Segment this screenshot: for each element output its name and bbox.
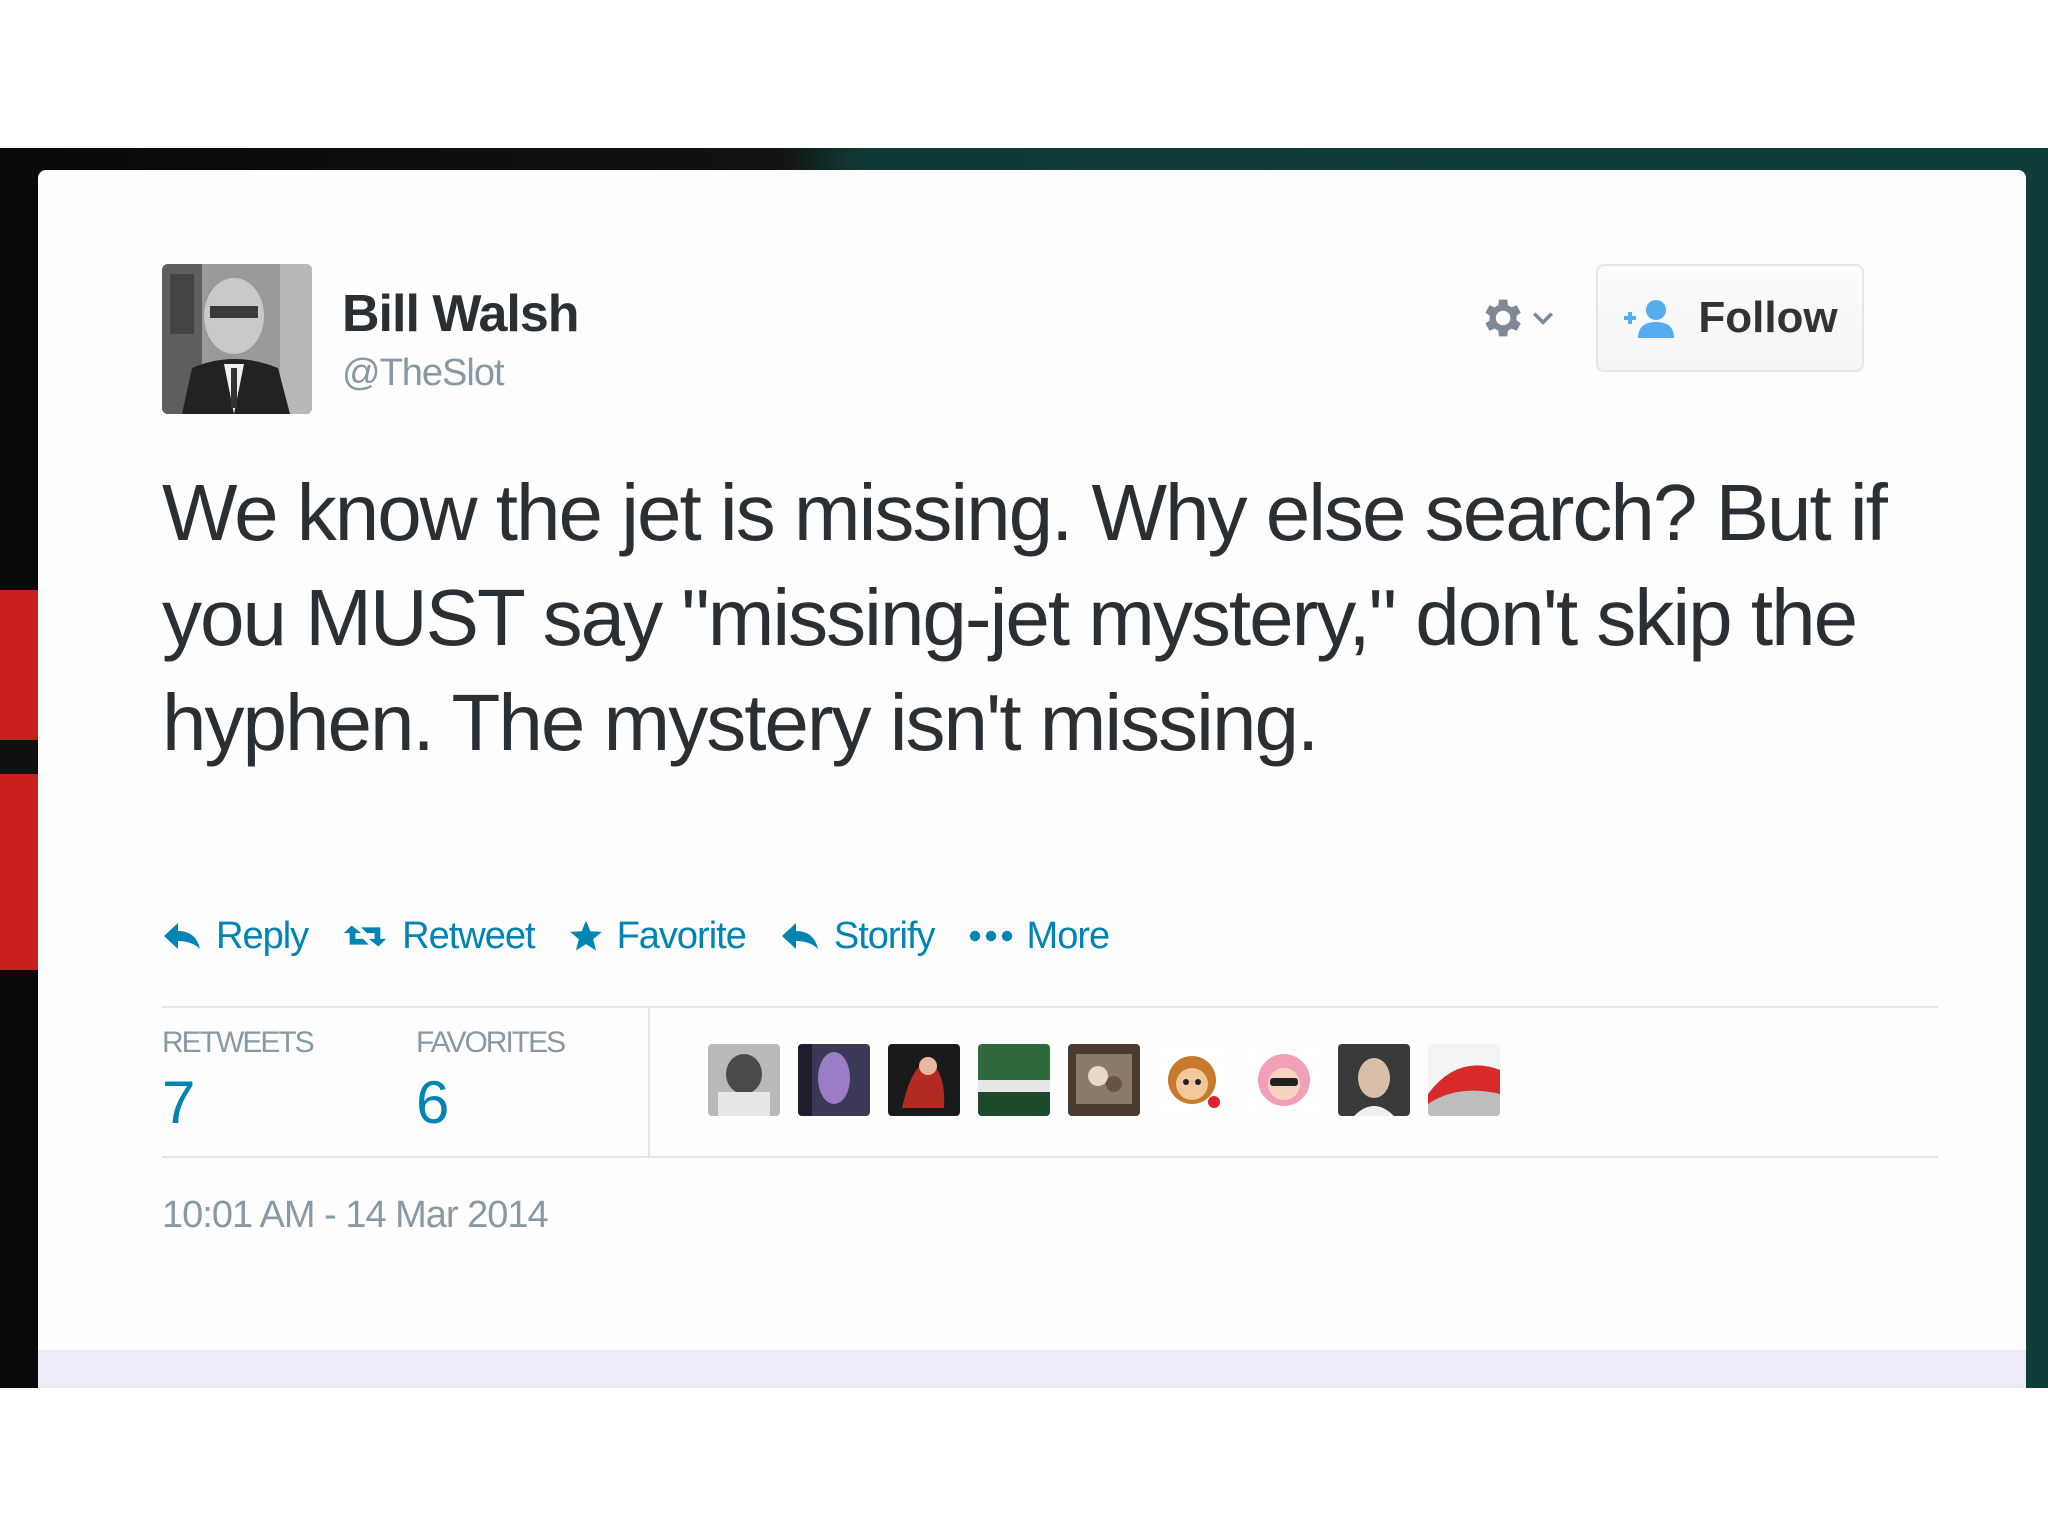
favoriter-avatar[interactable] bbox=[708, 1044, 780, 1116]
storify-button[interactable]: Storify bbox=[780, 914, 936, 958]
tweet-actions: Reply Retweet Favorite Storify More bbox=[162, 906, 1143, 966]
storify-label: Storify bbox=[833, 914, 936, 957]
author-avatar[interactable] bbox=[162, 264, 312, 414]
retweets-count: 7 bbox=[162, 1069, 196, 1136]
more-dots-icon bbox=[969, 930, 1012, 942]
favorites-stat-label: FAVORITES bbox=[416, 1026, 566, 1059]
more-button[interactable]: More bbox=[969, 915, 1110, 958]
add-user-icon bbox=[1624, 300, 1675, 338]
favoriter-avatar[interactable] bbox=[1338, 1044, 1410, 1116]
follow-label: Follow bbox=[1698, 293, 1838, 342]
favoriter-avatar[interactable] bbox=[1158, 1044, 1230, 1116]
favoriter-avatar[interactable] bbox=[888, 1044, 960, 1116]
favoriter-avatar[interactable] bbox=[1068, 1044, 1140, 1116]
star-icon bbox=[569, 920, 602, 951]
gear-icon bbox=[1485, 299, 1521, 337]
follow-button[interactable]: Follow bbox=[1596, 264, 1864, 372]
chevron-down-icon bbox=[1532, 312, 1554, 325]
more-label: More bbox=[1026, 914, 1111, 957]
retweets-stat-label: RETWEETS bbox=[162, 1026, 315, 1059]
author-photo bbox=[162, 264, 312, 414]
retweet-icon bbox=[344, 925, 387, 947]
favorites-count: 6 bbox=[416, 1069, 450, 1136]
favorites-stat[interactable]: FAVORITES 6 bbox=[416, 1026, 566, 1137]
favoriter-avatars bbox=[708, 1044, 1500, 1116]
stats-divider bbox=[648, 1008, 650, 1156]
favorite-label: Favorite bbox=[616, 914, 747, 957]
author-name[interactable]: Bill Walsh bbox=[342, 284, 580, 344]
favoriter-avatar[interactable] bbox=[798, 1044, 870, 1116]
reply-icon bbox=[164, 923, 200, 949]
settings-dropdown[interactable] bbox=[1476, 288, 1572, 348]
favoriter-avatar[interactable] bbox=[1248, 1044, 1320, 1116]
tweet-text: We know the jet is missing. Why else sea… bbox=[162, 468, 1888, 767]
retweet-label: Retweet bbox=[402, 914, 535, 957]
author-handle[interactable]: @TheSlot bbox=[342, 352, 505, 395]
storify-icon bbox=[781, 923, 818, 949]
reply-label: Reply bbox=[216, 914, 309, 957]
background-red-strip bbox=[0, 590, 40, 970]
tweet-timestamp[interactable]: 10:01 AM - 14 Mar 2014 bbox=[162, 1194, 549, 1237]
retweet-button[interactable]: Retweet bbox=[342, 914, 536, 958]
favoriter-avatar[interactable] bbox=[1428, 1044, 1500, 1116]
retweets-stat[interactable]: RETWEETS 7 bbox=[162, 1026, 315, 1137]
tweet-stats: RETWEETS 7 FAVORITES 6 bbox=[162, 1006, 1938, 1158]
tweet-card: Bill Walsh @TheSlot Follow We know the j… bbox=[38, 170, 2026, 1388]
reply-button[interactable]: Reply bbox=[162, 914, 309, 958]
card-footer bbox=[38, 1350, 2026, 1388]
favorite-button[interactable]: Favorite bbox=[569, 914, 747, 958]
favoriter-avatar[interactable] bbox=[978, 1044, 1050, 1116]
